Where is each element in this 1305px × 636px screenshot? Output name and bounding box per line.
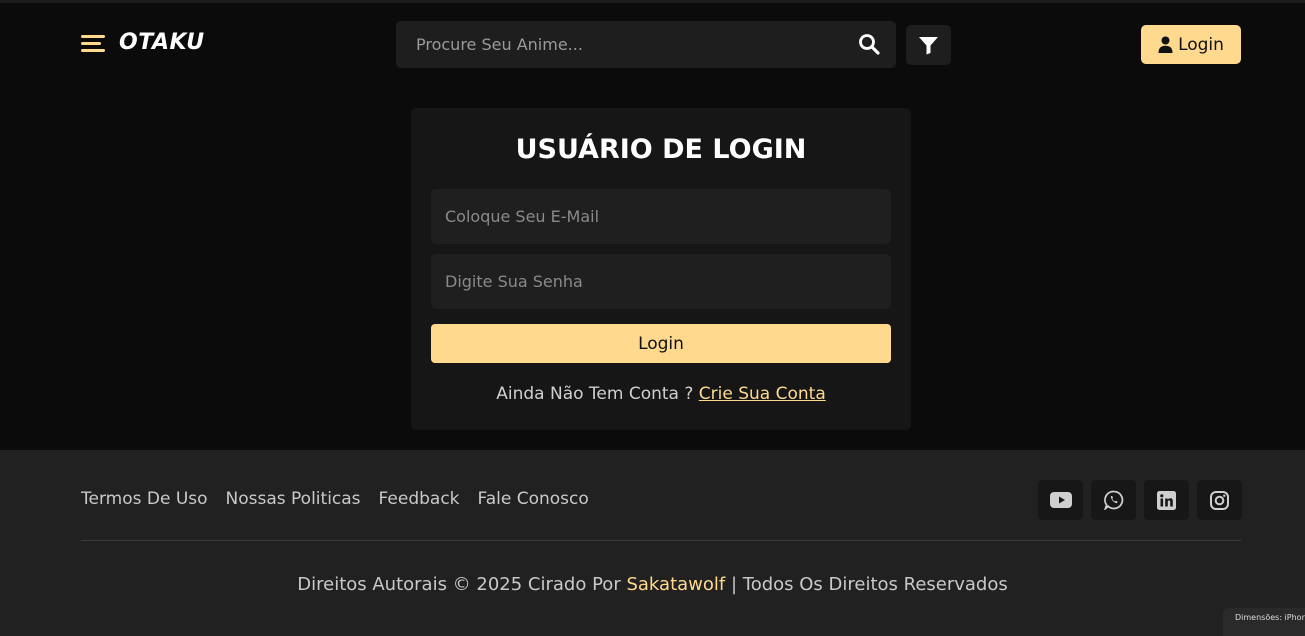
instagram-icon	[1210, 490, 1229, 510]
site-logo[interactable]: OTAKU	[119, 30, 205, 55]
linkedin-icon	[1157, 490, 1176, 510]
youtube-icon	[1049, 492, 1072, 508]
linkedin-button[interactable]	[1144, 480, 1189, 520]
footer-link-feedback[interactable]: Feedback	[379, 489, 460, 509]
header-login-label: Login	[1178, 34, 1224, 55]
footer-link-contact[interactable]: Fale Conosco	[478, 489, 589, 509]
signup-prompt-text: Ainda Não Tem Conta ?	[496, 384, 694, 404]
password-field[interactable]	[431, 254, 891, 309]
site-header: OTAKU Login	[0, 3, 1305, 85]
devtools-dimensions-badge: Dimensões: iPhone	[1223, 608, 1305, 636]
search-input[interactable]	[396, 21, 846, 68]
footer-link-policies[interactable]: Nossas Politicas	[226, 489, 361, 509]
login-submit-button[interactable]: Login	[431, 324, 891, 363]
login-card: USUÁRIO DE LOGIN Login Ainda Não Tem Con…	[411, 108, 911, 430]
copyright: Direitos Autorais © 2025 Cirado Por Saka…	[0, 574, 1305, 595]
footer-divider	[81, 540, 1241, 541]
hamburger-menu-icon[interactable]	[81, 34, 106, 54]
email-field[interactable]	[431, 189, 891, 244]
youtube-button[interactable]	[1038, 480, 1083, 520]
social-links	[1038, 480, 1242, 520]
login-title: USUÁRIO DE LOGIN	[515, 134, 807, 165]
footer-links: Termos De Uso Nossas Politicas Feedback …	[81, 489, 589, 509]
create-account-link[interactable]: Crie Sua Conta	[699, 384, 826, 404]
instagram-button[interactable]	[1197, 480, 1242, 520]
copyright-prefix: Direitos Autorais © 2025 Cirado Por	[297, 574, 621, 595]
devtools-dimensions-text: Dimensões: iPhone	[1235, 613, 1305, 622]
signup-prompt: Ainda Não Tem Conta ? Crie Sua Conta	[411, 384, 911, 404]
author-name: Sakatawolf	[626, 574, 726, 595]
filter-button[interactable]	[906, 25, 951, 65]
filter-icon	[919, 37, 938, 55]
copyright-suffix: | Todos Os Direitos Reservados	[730, 574, 1008, 595]
user-icon	[1158, 36, 1173, 53]
whatsapp-icon	[1103, 490, 1123, 510]
site-footer: Termos De Uso Nossas Politicas Feedback …	[0, 450, 1305, 636]
search-icon[interactable]	[858, 33, 880, 55]
search-box	[396, 21, 896, 68]
footer-link-terms[interactable]: Termos De Uso	[81, 489, 208, 509]
whatsapp-button[interactable]	[1091, 480, 1136, 520]
header-login-button[interactable]: Login	[1141, 25, 1241, 64]
